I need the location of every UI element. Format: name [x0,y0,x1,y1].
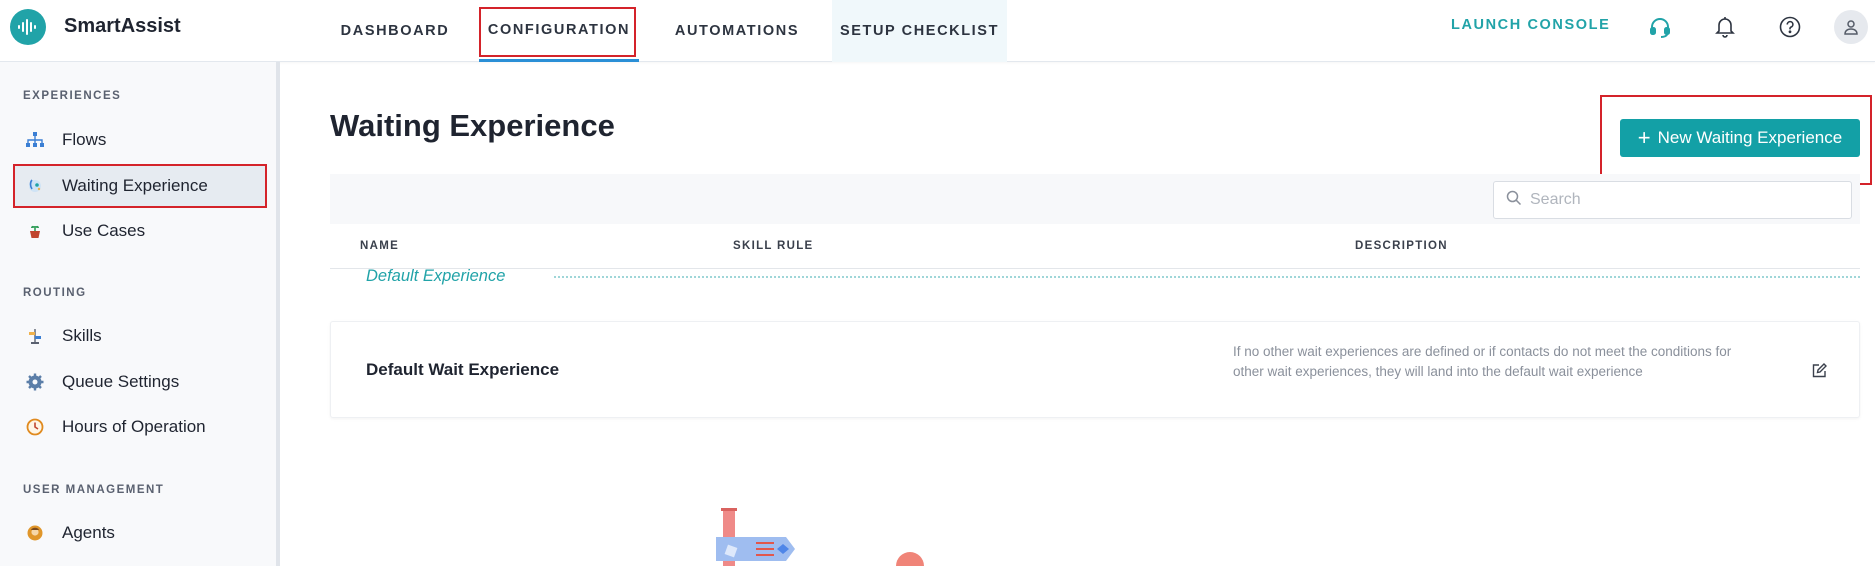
new-button-highlight-box [1600,95,1872,185]
header-divider [330,268,1860,269]
tab-dashboard[interactable]: DASHBOARD [336,0,454,62]
skills-icon [24,325,46,347]
sidebar-item-skills[interactable]: Skills [14,316,266,356]
sidebar-item-label: Skills [62,326,102,345]
agents-icon [24,522,46,544]
column-header-description[interactable]: DESCRIPTION [1355,240,1448,252]
page-title: Waiting Experience [330,108,615,143]
search-input[interactable] [1530,191,1830,209]
flows-icon [24,129,46,151]
use-cases-icon [24,220,46,242]
sidebar-item-agents[interactable]: Agents [14,513,266,553]
edit-icon[interactable] [1808,360,1830,382]
sidebar-section-routing: ROUTING [23,287,87,299]
sidebar-item-queue-settings[interactable]: Queue Settings [14,362,266,402]
sidebar-item-label: Flows [62,130,107,149]
sidebar-section-user-management: USER MANAGEMENT [23,484,165,496]
row-name[interactable]: Default Wait Experience [366,360,559,380]
sidebar-item-label: Queue Settings [62,372,180,391]
user-avatar-icon[interactable] [1834,10,1868,44]
sidebar-item-label: Agents [62,523,115,542]
help-icon[interactable] [1775,12,1805,42]
bell-icon[interactable] [1710,12,1740,42]
smartassist-logo-icon[interactable] [10,9,46,45]
search-field[interactable] [1493,181,1852,219]
signpost-illustration-icon [700,500,940,566]
tab-automations[interactable]: AUTOMATIONS [664,0,810,62]
sidebar-item-label: Use Cases [62,221,146,240]
configuration-highlight-box [479,7,636,57]
group-label-default-experience: Default Experience [366,267,506,285]
launch-console-link[interactable]: LAUNCH CONSOLE [1451,17,1610,33]
column-header-skill-rule[interactable]: SKILL RULE [733,240,814,252]
waiting-experience-highlight-box [13,164,267,208]
search-icon [1506,190,1522,211]
sidebar-item-hours-of-operation[interactable]: Hours of Operation [14,407,266,447]
sidebar-item-flows[interactable]: Flows [14,120,266,160]
tab-setup-checklist[interactable]: SETUP CHECKLIST [832,0,1007,62]
group-divider [554,276,1860,278]
column-header-name[interactable]: NAME [360,240,399,252]
row-description: If no other wait experiences are defined… [1233,344,1732,379]
top-bar: SmartAssist DASHBOARD CONFIGURATION AUTO… [0,0,1875,62]
clock-icon [24,416,46,438]
queue-settings-icon [24,371,46,393]
sidebar-item-use-cases[interactable]: Use Cases [14,211,266,251]
app-name: SmartAssist [64,15,181,37]
headset-icon[interactable] [1645,12,1675,42]
sidebar-section-experiences: EXPERIENCES [23,90,122,102]
sidebar-item-label: Hours of Operation [62,417,206,436]
sidebar: EXPERIENCES Flows Waiting Experience Use… [0,62,280,566]
